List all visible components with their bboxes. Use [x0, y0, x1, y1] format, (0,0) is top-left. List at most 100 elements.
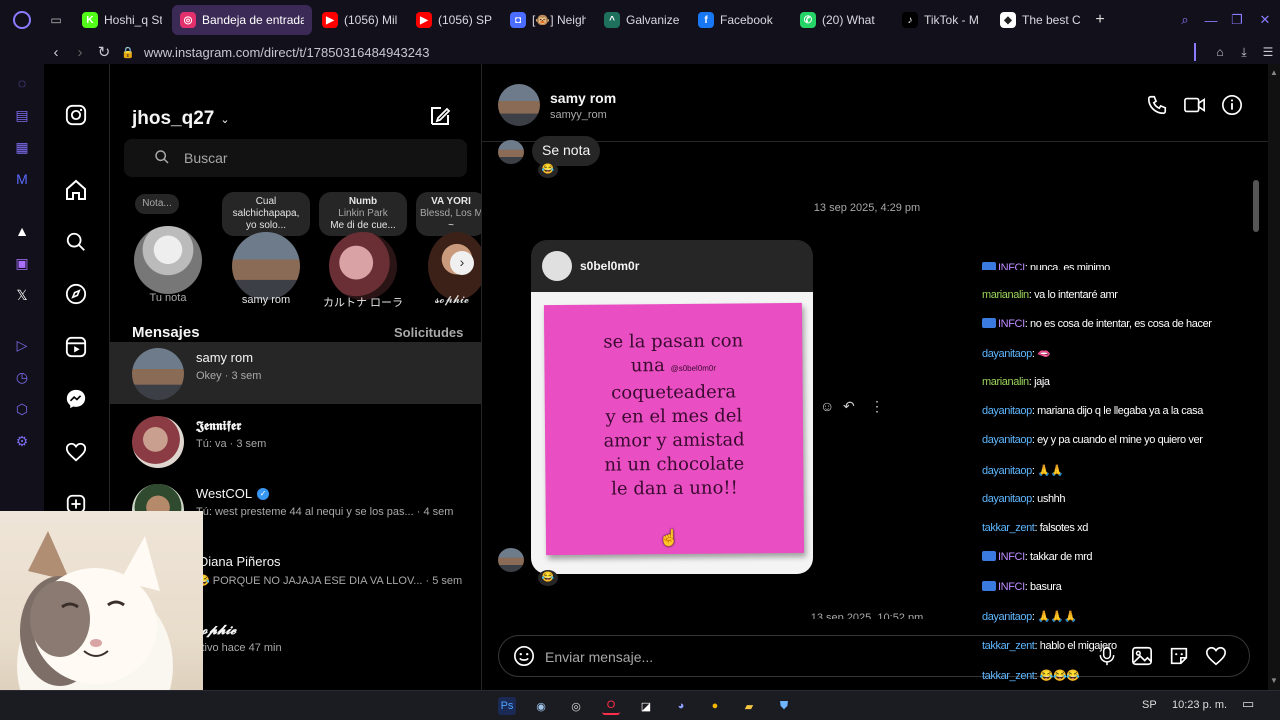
capcut-icon[interactable]: ◪ [637, 697, 655, 715]
note-item[interactable]: Nota... Tu nota [132, 192, 204, 310]
conversation-name: WestCOL ✓ [196, 486, 270, 501]
messenger-app-icon[interactable]: M [11, 168, 33, 190]
tiktok-icon: ♪ [902, 12, 918, 28]
post-image[interactable]: se la pasan con una @s0bel0m0r coquetead… [531, 292, 813, 574]
language-indicator[interactable]: SP [1142, 699, 1157, 711]
new-message-icon[interactable] [428, 104, 452, 131]
easy-setup-icon[interactable]: ☰ [1256, 40, 1280, 64]
conversation-row[interactable]: 𝕵𝖊𝖓𝖓𝖎𝖋𝖊𝖗 Tú: va · 3 sem [110, 410, 481, 472]
kick-app-icon[interactable]: ▲ [11, 220, 33, 242]
search-input[interactable]: Buscar [124, 139, 467, 177]
new-tab-button[interactable]: + [1088, 11, 1112, 29]
info-icon[interactable] [1221, 94, 1243, 119]
url-field[interactable]: www.instagram.com/direct/t/1785031648494… [144, 45, 429, 60]
more-options-icon[interactable]: ⋮ [870, 398, 884, 415]
x-icon[interactable]: 𝕏 [11, 284, 33, 306]
notifications-heart-icon[interactable] [63, 439, 89, 465]
phone-icon[interactable] [1146, 94, 1168, 119]
opera-taskbar-icon[interactable]: O [602, 697, 620, 715]
aria-icon[interactable]: ◌ [11, 72, 33, 94]
note-item[interactable]: Cual salchichapapa, yo solo... samy rom [220, 192, 312, 310]
browser-tab[interactable]: ▶ (1056) SP [408, 5, 500, 35]
messenger-icon[interactable] [63, 386, 89, 412]
photoshop-icon[interactable]: Ps [498, 697, 516, 715]
obs-icon[interactable]: ◎ [567, 697, 585, 715]
search-tabs-icon[interactable]: ⌕ [1172, 12, 1198, 28]
reaction-emoji[interactable]: 😂 [538, 162, 558, 178]
download-icon[interactable]: ⤓ [1232, 40, 1256, 64]
page-scrollbar[interactable]: ▲ ▼ [1268, 64, 1280, 690]
reels-icon[interactable] [63, 334, 89, 360]
messages-heading: Mensajes [132, 324, 200, 341]
browser-tab[interactable]: ◎ Bandeja de entrada [172, 5, 312, 35]
browser-tab[interactable]: ◆ The best C [992, 5, 1088, 35]
browser-tab[interactable]: K Hoshi_q St [74, 5, 170, 35]
image-icon[interactable] [1131, 645, 1153, 670]
chevron-right-icon[interactable]: › [450, 251, 474, 275]
timestamp: 13 sep 2025, 10:52 pm [810, 612, 924, 619]
tab-switcher-icon[interactable]: ▭ [44, 13, 68, 27]
message-composer[interactable]: Enviar mensaje... [498, 635, 1250, 677]
apps-icon[interactable]: ▤ [11, 104, 33, 126]
discord-icon[interactable]: ◕ [672, 697, 690, 715]
file-explorer-icon[interactable]: ▰ [740, 697, 758, 715]
browser-tab[interactable]: ^ Galvanize [596, 5, 688, 35]
note-item[interactable]: Numb Linkin Park Me di de cue... カルトナ ロー… [317, 192, 409, 310]
extensions-icon[interactable]: ⬡ [11, 398, 33, 420]
history-icon[interactable]: ◷ [11, 366, 33, 388]
note-item[interactable]: VA YORI Blessd, Los M ~ 𝓼𝓸𝓹𝓱𝓲𝓮 [416, 192, 481, 310]
back-arrow-icon[interactable]: ‹ [44, 40, 68, 64]
maximize-button[interactable]: ❐ [1224, 12, 1250, 28]
scrollbar-thumb[interactable] [1253, 180, 1259, 232]
emoji-icon[interactable] [513, 645, 535, 670]
instagram-logo-icon[interactable] [63, 102, 89, 128]
reaction-emoji[interactable]: 😂 [538, 570, 558, 586]
browser-tab[interactable]: ♪ TikTok - M [894, 5, 990, 35]
chat-scrollbar[interactable] [1252, 144, 1260, 620]
contact-name[interactable]: samy rom [550, 90, 616, 106]
explore-icon[interactable] [63, 281, 89, 307]
home-icon[interactable] [63, 177, 89, 203]
shared-post[interactable]: s0bel0m0r se la pasan con una @s0bel0m0r… [531, 240, 813, 574]
react-icon[interactable]: ☺ [820, 398, 834, 414]
video-call-icon[interactable] [1183, 94, 1207, 119]
message-bubble[interactable]: Se nota [532, 136, 601, 166]
conversation-row[interactable]: samy rom Okey · 3 sem [110, 342, 481, 404]
reload-icon[interactable]: ↻ [92, 40, 116, 64]
stream-chat-line: dayanitaop: mariana dijo q le llegaba ya… [982, 405, 1203, 417]
message-input[interactable]: Enviar mensaje... [545, 649, 653, 665]
browser-tab[interactable]: ✆ (20) What [792, 5, 892, 35]
pinboard-icon[interactable]: ▦ [11, 136, 33, 158]
sticker-icon[interactable] [1168, 645, 1190, 670]
sticky-note: se la pasan con una @s0bel0m0r coquetead… [543, 302, 805, 556]
post-author-name[interactable]: s0bel0m0r [580, 259, 639, 273]
reply-icon[interactable]: ↶ [843, 398, 855, 415]
twitch-icon[interactable]: ▣ [11, 252, 33, 274]
requests-link[interactable]: Solicitudes [394, 325, 463, 340]
scroll-down-icon[interactable]: ▼ [1270, 676, 1278, 685]
browser-tab[interactable]: ◘ [🐵] Neigh [502, 5, 594, 35]
minimize-button[interactable]: — [1198, 13, 1224, 28]
close-window-button[interactable]: ✕ [1250, 12, 1280, 28]
forward-arrow-icon[interactable]: › [68, 40, 92, 64]
search-icon[interactable] [63, 229, 89, 255]
contact-avatar[interactable] [498, 84, 540, 126]
browser-tab[interactable]: f Facebook [690, 5, 790, 35]
wallet-icon[interactable]: ⌂ [1208, 40, 1232, 64]
kick-icon: K [82, 12, 98, 28]
account-switcher[interactable]: jhos_q27 ⌄ [132, 108, 230, 130]
opera-logo-icon[interactable] [0, 0, 44, 40]
like-heart-icon[interactable] [1205, 645, 1227, 670]
steam-icon[interactable]: ◉ [532, 697, 550, 715]
chrome-icon[interactable]: ● [706, 697, 724, 715]
settings-icon[interactable]: ⚙ [11, 430, 33, 452]
notification-icon[interactable]: ▭ [1242, 696, 1254, 712]
post-line: amor y amistad [603, 429, 745, 452]
defender-icon[interactable]: ⛊ [775, 697, 793, 715]
scroll-up-icon[interactable]: ▲ [1270, 68, 1278, 77]
verified-badge-icon: ✓ [257, 487, 270, 500]
browser-tab[interactable]: ▶ (1056) Mil [314, 5, 406, 35]
clock[interactable]: 10:23 p. m. [1172, 699, 1227, 711]
player-icon[interactable]: ▷ [11, 334, 33, 356]
avatar [329, 232, 397, 300]
